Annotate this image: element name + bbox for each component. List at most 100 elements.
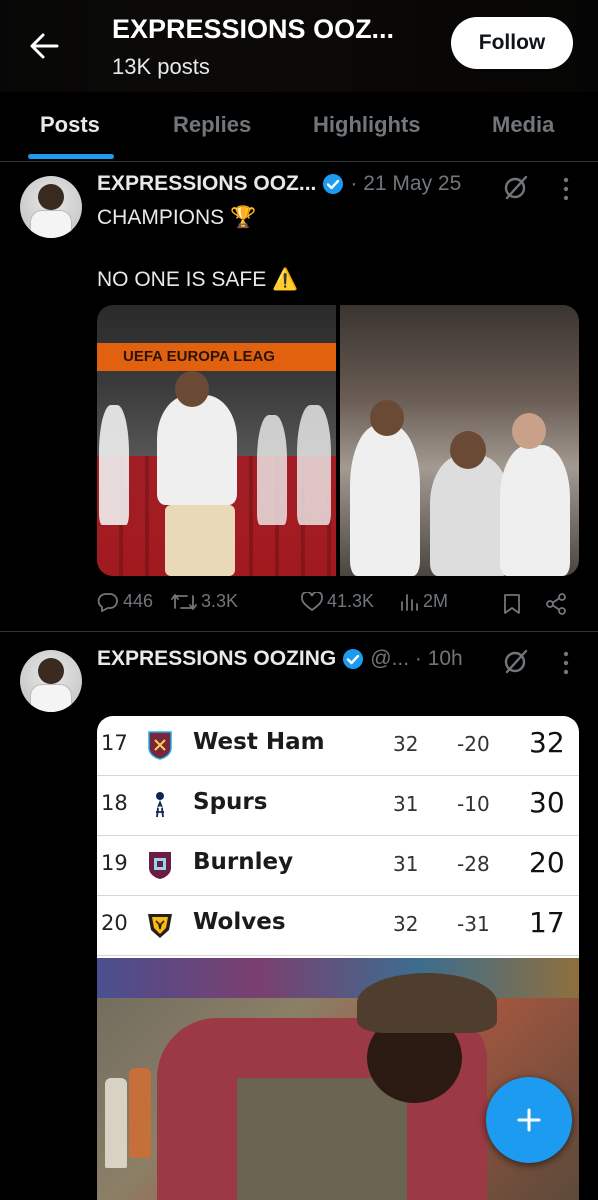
bottle bbox=[129, 1068, 151, 1158]
avatar[interactable] bbox=[20, 176, 82, 238]
reply-count: 446 bbox=[123, 591, 154, 611]
post-text-line: CHAMPIONS 🏆 bbox=[97, 206, 257, 229]
bottle bbox=[105, 1078, 127, 1168]
fan-figure bbox=[430, 455, 510, 576]
verified-badge-icon bbox=[322, 173, 344, 195]
verified-badge-icon bbox=[342, 648, 364, 670]
fan-figure bbox=[99, 405, 129, 525]
share-icon[interactable] bbox=[545, 593, 567, 615]
fan-shorts bbox=[165, 505, 235, 576]
post-photo-left[interactable]: UEFA EUROPA LEAG bbox=[97, 305, 336, 576]
like-button[interactable]: 41.3K bbox=[301, 591, 374, 612]
team-name: Burnley bbox=[193, 849, 294, 875]
table-position: 20 bbox=[101, 911, 128, 935]
table-position: 19 bbox=[101, 851, 128, 875]
tab-posts[interactable]: Posts bbox=[40, 112, 100, 138]
tab-media[interactable]: Media bbox=[492, 112, 554, 138]
fan-head bbox=[370, 400, 404, 436]
post-header: EXPRESSIONS OOZ... · 21 May 25 bbox=[97, 172, 461, 196]
games-played: 31 bbox=[393, 792, 419, 816]
post-media-grid[interactable]: UEFA EUROPA LEAG bbox=[97, 305, 579, 576]
tab-highlights[interactable]: Highlights bbox=[313, 112, 421, 138]
fan-head bbox=[450, 431, 486, 469]
table-row: 20 Wolves 32 -31 17 bbox=[97, 896, 579, 956]
games-played: 32 bbox=[393, 732, 419, 756]
person-vest bbox=[237, 1078, 407, 1200]
goal-difference: -20 bbox=[457, 732, 490, 756]
repost-icon bbox=[171, 593, 197, 610]
fan-figure bbox=[297, 405, 331, 525]
post-text-line: NO ONE IS SAFE ⚠️ bbox=[97, 268, 299, 291]
avatar-body bbox=[30, 210, 72, 238]
team-name: West Ham bbox=[193, 729, 325, 755]
compose-post-button[interactable] bbox=[486, 1077, 572, 1163]
author-name[interactable]: EXPRESSIONS OOZ... bbox=[97, 172, 316, 196]
profile-header: EXPRESSIONS OOZ... 13K posts Follow bbox=[0, 0, 598, 92]
fan-head bbox=[175, 371, 209, 407]
bookmark-icon[interactable] bbox=[503, 593, 521, 615]
table-position: 17 bbox=[101, 731, 128, 755]
goal-difference: -28 bbox=[457, 852, 490, 876]
back-arrow-icon bbox=[30, 33, 59, 59]
repost-button[interactable]: 3.3K bbox=[171, 591, 238, 612]
fan-figure bbox=[500, 445, 570, 576]
points: 20 bbox=[529, 846, 565, 879]
post-count: 13K posts bbox=[112, 54, 210, 79]
points: 17 bbox=[529, 906, 565, 939]
grok-icon[interactable] bbox=[503, 648, 529, 674]
stadium-banner-text: UEFA EUROPA LEAG bbox=[97, 343, 336, 371]
spurs-crest-icon bbox=[156, 792, 164, 818]
grok-icon[interactable] bbox=[503, 174, 529, 200]
views-button[interactable]: 2M bbox=[399, 591, 448, 612]
table-row: 18 Spurs 31 -10 30 bbox=[97, 776, 579, 836]
post-header: EXPRESSIONS OOZING @... · 10h bbox=[97, 647, 463, 671]
team-name: Spurs bbox=[193, 789, 268, 815]
back-button[interactable] bbox=[24, 26, 64, 66]
post-photo-right[interactable] bbox=[340, 305, 579, 576]
follow-button[interactable]: Follow bbox=[451, 17, 573, 69]
avatar-head bbox=[38, 658, 64, 684]
team-name: Wolves bbox=[193, 909, 286, 935]
avatar[interactable] bbox=[20, 650, 82, 712]
table-row: 19 Burnley 31 -28 20 bbox=[97, 836, 579, 896]
more-options-icon[interactable] bbox=[560, 650, 572, 676]
like-count: 41.3K bbox=[327, 591, 375, 611]
plus-icon bbox=[517, 1108, 541, 1132]
reply-icon bbox=[97, 592, 118, 612]
fan-head bbox=[512, 413, 546, 449]
fan-figure bbox=[157, 395, 237, 505]
league-table-image[interactable]: 17 West Ham 32 -20 32 18 Spurs 31 -10 30… bbox=[97, 716, 579, 958]
post-timestamp: @... · 10h bbox=[370, 647, 463, 670]
more-options-icon[interactable] bbox=[560, 176, 572, 202]
views-icon bbox=[401, 593, 418, 611]
post-timestamp: · 21 May 25 bbox=[350, 172, 462, 195]
person-hat bbox=[357, 973, 497, 1033]
profile-tabs: Posts Replies Highlights Media bbox=[0, 100, 598, 162]
profile-name: EXPRESSIONS OOZ... bbox=[112, 14, 395, 44]
repost-count: 3.3K bbox=[201, 591, 239, 611]
table-row: 17 West Ham 32 -20 32 bbox=[97, 716, 579, 776]
wolves-crest-icon bbox=[148, 914, 172, 938]
shop-shelf bbox=[97, 958, 579, 998]
reply-button[interactable]: 446 bbox=[97, 591, 153, 612]
table-position: 18 bbox=[101, 791, 128, 815]
post[interactable]: EXPRESSIONS OOZ... · 21 May 25 CHAMPIONS… bbox=[0, 162, 598, 632]
west-ham-crest-icon bbox=[148, 731, 172, 760]
fan-figure bbox=[350, 425, 420, 576]
post-actions: 446 3.3K 41.3K 2M bbox=[97, 591, 579, 621]
points: 32 bbox=[529, 726, 565, 759]
goal-difference: -31 bbox=[457, 912, 490, 936]
tab-replies[interactable]: Replies bbox=[173, 112, 251, 138]
points: 30 bbox=[529, 786, 565, 819]
games-played: 31 bbox=[393, 852, 419, 876]
active-tab-indicator bbox=[28, 154, 114, 159]
meme-photo[interactable] bbox=[97, 958, 579, 1200]
fan-figure bbox=[257, 415, 287, 525]
burnley-crest-icon bbox=[149, 852, 171, 879]
author-name[interactable]: EXPRESSIONS OOZING bbox=[97, 647, 336, 671]
view-count: 2M bbox=[423, 591, 449, 611]
avatar-body bbox=[30, 684, 72, 712]
games-played: 32 bbox=[393, 912, 419, 936]
avatar-head bbox=[38, 184, 64, 210]
heart-icon bbox=[301, 591, 323, 611]
